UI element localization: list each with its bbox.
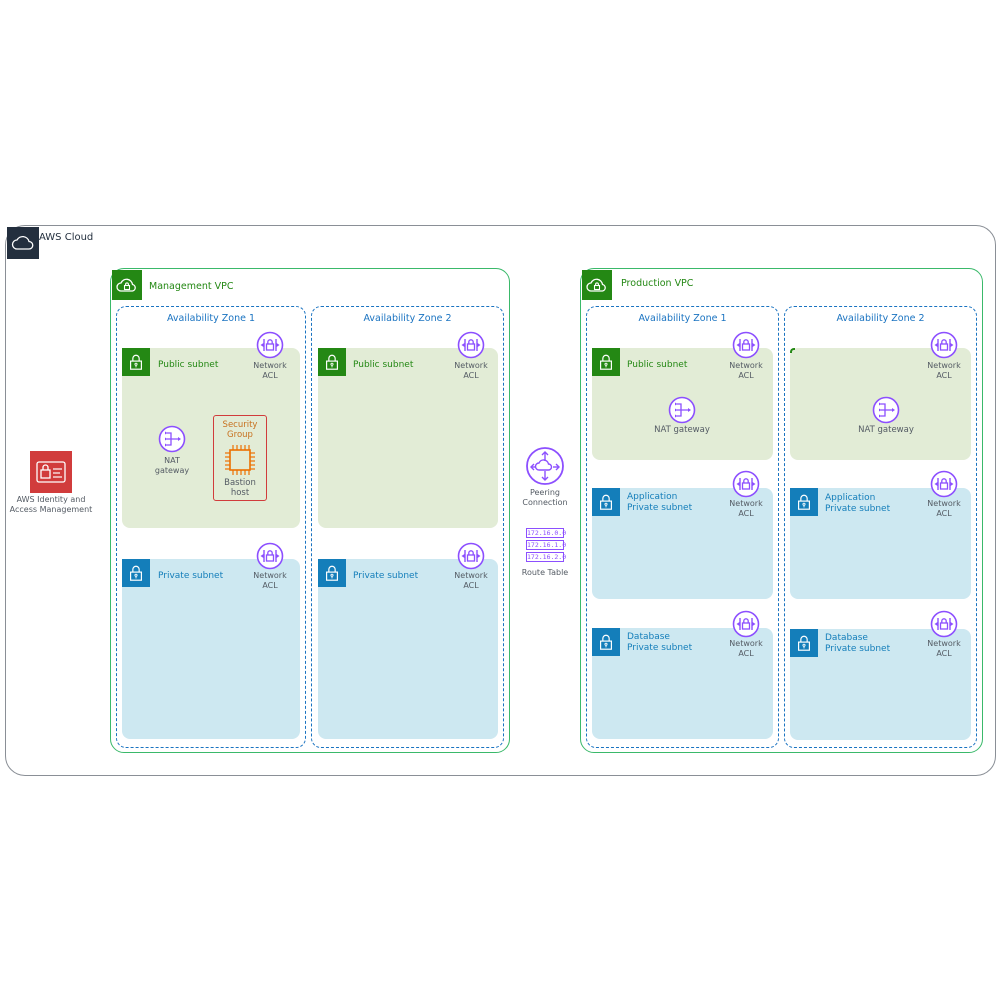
subnet-title: Private subnet bbox=[353, 571, 419, 581]
iam-service[interactable] bbox=[30, 451, 72, 493]
network-acl-icon[interactable] bbox=[930, 610, 958, 638]
subnet-badge bbox=[790, 488, 818, 516]
prod-az2-title: Availability Zone 2 bbox=[836, 313, 925, 324]
network-acl-icon[interactable] bbox=[256, 542, 284, 570]
network-acl-label: Network ACL bbox=[729, 361, 763, 380]
nat-gateway-label: NAT gateway bbox=[654, 425, 710, 435]
nat-gateway-label: NAT gateway bbox=[154, 456, 190, 475]
network-acl-label: Network ACL bbox=[927, 639, 961, 658]
subnet-corner-marker bbox=[790, 348, 795, 353]
subnet-badge bbox=[122, 348, 150, 376]
lock-icon bbox=[127, 353, 145, 371]
network-acl-label: Network ACL bbox=[253, 571, 287, 590]
lock-icon bbox=[323, 353, 341, 371]
subnet-badge bbox=[122, 559, 150, 587]
network-acl-label: Network ACL bbox=[729, 499, 763, 518]
lock-icon bbox=[795, 493, 813, 511]
subnet-title: Application Private subnet bbox=[825, 493, 891, 514]
network-acl-icon[interactable] bbox=[930, 331, 958, 359]
network-acl-label: Network ACL bbox=[927, 361, 961, 380]
peering-connection-icon[interactable] bbox=[525, 446, 565, 486]
subnet-badge bbox=[592, 488, 620, 516]
aws-cloud-badge bbox=[7, 227, 39, 259]
subnet-title: Application Private subnet bbox=[627, 492, 693, 513]
mgmt-az1-title: Availability Zone 1 bbox=[166, 313, 256, 324]
route-entry: 172.16.1.0 bbox=[526, 540, 567, 550]
subnet-title: Public subnet bbox=[353, 360, 414, 370]
network-acl-icon[interactable] bbox=[256, 331, 284, 359]
subnet-badge bbox=[318, 559, 346, 587]
nat-gateway-label: NAT gateway bbox=[858, 425, 914, 435]
iam-icon bbox=[36, 461, 66, 483]
lock-icon bbox=[127, 564, 145, 582]
nat-gateway-icon[interactable] bbox=[872, 396, 900, 424]
route-table-label: Route Table bbox=[521, 568, 569, 577]
network-acl-icon[interactable] bbox=[732, 610, 760, 638]
network-acl-icon[interactable] bbox=[930, 470, 958, 498]
aws-cloud-title: AWS Cloud bbox=[39, 232, 94, 243]
subnet-badge bbox=[592, 348, 620, 376]
subnet-title: Private subnet bbox=[158, 571, 224, 581]
route-entry: 172.16.0.0 bbox=[526, 528, 567, 538]
subnet-badge bbox=[592, 628, 620, 656]
cloud-icon bbox=[11, 236, 34, 250]
network-acl-label: Network ACL bbox=[927, 499, 961, 518]
vpc-icon bbox=[115, 273, 139, 297]
subnet-title: Public subnet bbox=[627, 360, 688, 370]
network-acl-icon[interactable] bbox=[457, 331, 485, 359]
bastion-host-label: Bastion host bbox=[224, 478, 256, 498]
lock-icon bbox=[597, 493, 615, 511]
subnet-title: Database Private subnet bbox=[627, 632, 693, 653]
production-vpc-title: Production VPC bbox=[621, 278, 694, 289]
prod-az1-title: Availability Zone 1 bbox=[638, 313, 727, 324]
lock-icon bbox=[795, 634, 813, 652]
network-acl-label: Network ACL bbox=[454, 361, 488, 380]
subnet-badge bbox=[318, 348, 346, 376]
nat-gateway-icon[interactable] bbox=[668, 396, 696, 424]
management-vpc-title: Management VPC bbox=[149, 281, 234, 292]
production-vpc-badge bbox=[582, 270, 612, 300]
subnet-title: Public subnet bbox=[158, 360, 219, 370]
network-acl-icon[interactable] bbox=[732, 470, 760, 498]
route-table-icon[interactable]: 172.16.0.0 172.16.1.0 172.16.2.0 bbox=[526, 528, 567, 564]
nat-gateway-icon[interactable] bbox=[158, 425, 186, 453]
subnet-title: Database Private subnet bbox=[825, 633, 891, 654]
mgmt-az2-title: Availability Zone 2 bbox=[363, 313, 452, 324]
lock-icon bbox=[597, 353, 615, 371]
iam-label: AWS Identity and Access Management bbox=[9, 495, 93, 514]
vpc-icon bbox=[585, 273, 609, 297]
lock-icon bbox=[323, 564, 341, 582]
network-acl-icon[interactable] bbox=[457, 542, 485, 570]
network-acl-label: Network ACL bbox=[729, 639, 763, 658]
network-acl-label: Network ACL bbox=[253, 361, 287, 380]
peering-connection-label: Peering Connection bbox=[522, 488, 568, 507]
subnet-badge bbox=[790, 629, 818, 657]
route-entry: 172.16.2.0 bbox=[526, 552, 567, 562]
network-acl-icon[interactable] bbox=[732, 331, 760, 359]
lock-icon bbox=[597, 633, 615, 651]
security-group-title: Security Group bbox=[222, 420, 258, 440]
network-acl-label: Network ACL bbox=[454, 571, 488, 590]
management-vpc-badge bbox=[112, 270, 142, 300]
ec2-instance-icon[interactable] bbox=[224, 444, 256, 476]
